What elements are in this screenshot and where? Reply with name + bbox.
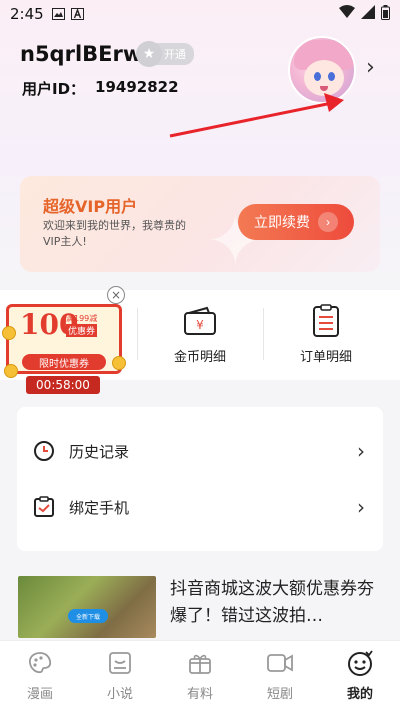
signal-icon bbox=[361, 5, 375, 23]
status-time: 2:45 bbox=[10, 5, 44, 23]
user-id: 用户ID： 19492822 bbox=[22, 78, 179, 99]
status-bar: 2:45 bbox=[0, 0, 400, 28]
tab-label: 小说 bbox=[106, 687, 133, 702]
coupon-badge: 优惠券 bbox=[66, 324, 98, 337]
promo-thumb-button: 全新下载 bbox=[68, 609, 108, 623]
checklist-icon bbox=[33, 496, 55, 518]
coin-decoration-icon bbox=[112, 356, 126, 370]
coin-details-shortcut[interactable]: ¥ 金币明细 bbox=[150, 304, 250, 365]
order-list-icon bbox=[309, 304, 343, 338]
wallet-icon: ¥ bbox=[183, 304, 217, 338]
avatar[interactable] bbox=[288, 36, 356, 104]
svg-text:¥: ¥ bbox=[196, 318, 204, 332]
coin-decoration-icon bbox=[2, 326, 16, 340]
smile-face-icon bbox=[346, 649, 374, 677]
tab-comics[interactable]: 漫画 bbox=[0, 641, 80, 710]
coin-decoration-icon bbox=[4, 364, 18, 378]
open-vip-badge[interactable]: ★ 开通 bbox=[136, 41, 194, 67]
user-id-value: 19492822 bbox=[95, 78, 179, 96]
menu-item-label: 绑定手机 bbox=[69, 498, 130, 517]
vip-description: 欢迎来到我的世界，我尊贵的VIP主人! bbox=[43, 219, 186, 248]
tab-novels[interactable]: 小说 bbox=[80, 641, 160, 710]
bottom-tab-bar: 漫画 小说 有料 短剧 我的 bbox=[0, 640, 400, 710]
chevron-right-icon: › bbox=[318, 212, 338, 232]
coin-details-label: 金币明细 bbox=[173, 350, 226, 365]
gift-icon bbox=[186, 649, 214, 677]
promo-thumbnail: 全新下载 bbox=[18, 576, 156, 638]
image-notification-icon bbox=[51, 8, 65, 20]
chevron-right-icon: › bbox=[357, 495, 365, 519]
coupon-limited-label: 限时优惠券 bbox=[22, 354, 106, 370]
tab-featured[interactable]: 有料 bbox=[160, 641, 240, 710]
coupon-countdown: 00:58:00 bbox=[26, 376, 100, 394]
promo-headline: 抖音商城这波大额优惠券夯爆了！错过这波拍… bbox=[170, 579, 374, 626]
vip-title: 超级VIP用户 bbox=[43, 197, 138, 216]
renew-label: 立即续费 bbox=[254, 214, 310, 230]
tab-label: 短剧 bbox=[266, 687, 293, 702]
close-icon[interactable]: × bbox=[107, 286, 125, 304]
order-details-shortcut[interactable]: 订单明细 bbox=[276, 304, 376, 365]
menu-item-bind-phone[interactable]: 绑定手机 › bbox=[17, 477, 383, 537]
tab-label: 有料 bbox=[186, 687, 213, 702]
chevron-right-icon[interactable]: › bbox=[366, 55, 375, 80]
crown-icon: ★ bbox=[136, 41, 162, 67]
promo-ad[interactable]: 全新下载 抖音商城这波大额优惠券夯爆了！错过这波拍… bbox=[0, 570, 400, 638]
user-id-label: 用户ID： bbox=[22, 80, 86, 98]
palette-icon bbox=[26, 649, 54, 677]
menu-card: 历史记录 › 绑定手机 › bbox=[17, 407, 383, 551]
divider bbox=[263, 308, 264, 360]
a-notification-icon bbox=[70, 8, 84, 20]
tab-short-drama[interactable]: 短剧 bbox=[240, 641, 320, 710]
vip-card: ✦ 超级VIP用户 欢迎来到我的世界，我尊贵的VIP主人! 立即续费 › bbox=[20, 176, 380, 272]
battery-icon bbox=[381, 4, 390, 24]
chevron-right-icon: › bbox=[357, 439, 365, 463]
menu-item-history[interactable]: 历史记录 › bbox=[17, 421, 383, 481]
clock-icon bbox=[33, 440, 55, 462]
menu-item-label: 历史记录 bbox=[69, 442, 130, 461]
username: n5qrlBErw bbox=[20, 42, 143, 66]
coupon-threshold: 满199减 bbox=[66, 314, 98, 323]
renew-button[interactable]: 立即续费 › bbox=[238, 204, 354, 240]
tab-label: 漫画 bbox=[26, 687, 53, 702]
book-icon bbox=[106, 649, 134, 677]
order-details-label: 订单明细 bbox=[299, 350, 352, 365]
video-icon bbox=[266, 649, 294, 677]
tab-mine[interactable]: 我的 bbox=[320, 641, 400, 710]
tab-label: 我的 bbox=[346, 687, 373, 702]
coupon-popup[interactable]: 100 满199减 优惠券 限时优惠券 00:58:00 × bbox=[0, 286, 140, 400]
wifi-icon bbox=[339, 5, 355, 23]
